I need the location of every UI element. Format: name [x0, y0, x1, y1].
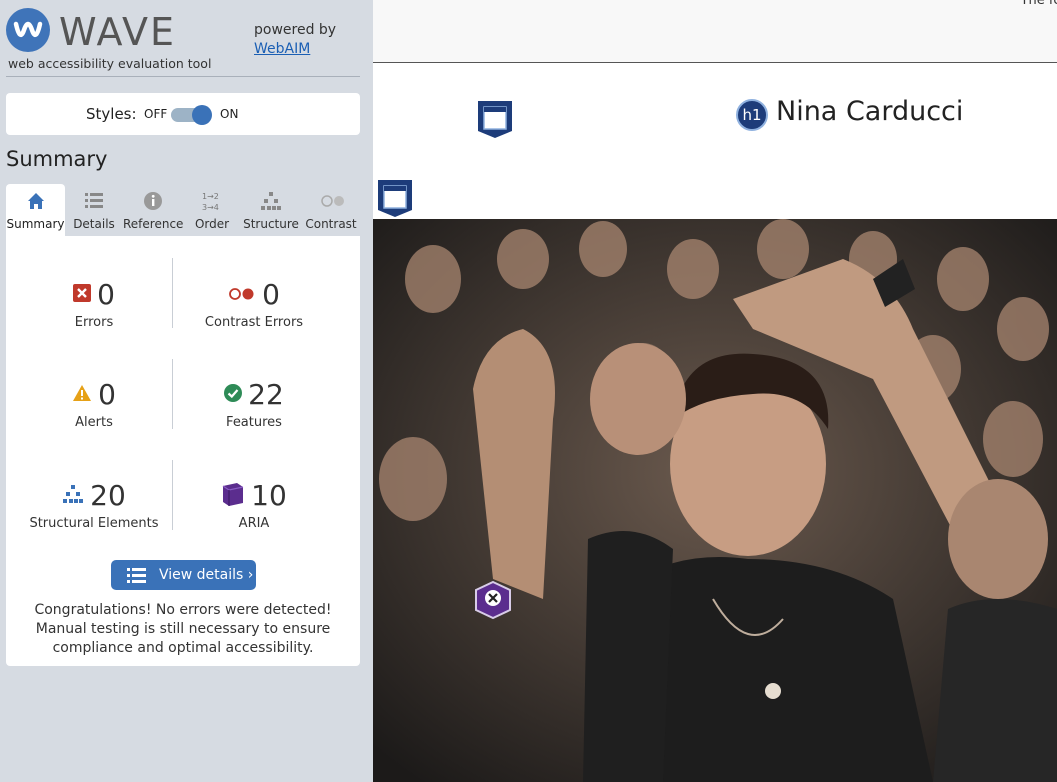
- structural-label: Structural Elements: [29, 516, 159, 531]
- panel-title: Summary: [6, 147, 108, 171]
- styles-label: Styles:: [86, 105, 137, 123]
- structure-icon: [260, 190, 282, 212]
- stat-structural-elements[interactable]: 20 Structural Elements: [6, 479, 182, 532]
- errors-label: Errors: [74, 315, 114, 330]
- tab-structure[interactable]: Structure: [242, 184, 300, 236]
- summary-panel: 0 Errors 0 Contrast Errors 0 Alerts 22 F…: [6, 236, 360, 666]
- features-label: Features: [226, 415, 282, 430]
- hero-photo: [373, 219, 1057, 782]
- logo-divider: [6, 76, 360, 77]
- wave-tabs: Summary Details Reference 1→2 3→4 Order S…: [6, 184, 360, 236]
- tab-label: Structure: [243, 217, 299, 231]
- wave-h1-icon[interactable]: h1: [736, 99, 768, 131]
- feature-check-icon: [224, 384, 243, 406]
- contrast-errors-label: Contrast Errors: [204, 315, 304, 330]
- wave-region-icon[interactable]: [376, 178, 414, 222]
- list-icon: [83, 190, 105, 212]
- contrast-errors-count: 0: [262, 278, 280, 311]
- error-icon: [73, 284, 92, 306]
- tab-reference[interactable]: Reference: [123, 184, 183, 236]
- features-count: 22: [248, 378, 284, 411]
- aria-cube-icon: [221, 481, 245, 511]
- header-text: The fol: [1020, 0, 1057, 8]
- stat-errors[interactable]: 0 Errors: [6, 279, 182, 330]
- tab-contrast[interactable]: Contrast: [302, 184, 360, 236]
- stat-alerts[interactable]: 0 Alerts: [6, 379, 182, 430]
- styles-toggle-knob[interactable]: [192, 105, 212, 125]
- wave-aria-hidden-icon[interactable]: [473, 580, 513, 624]
- tab-label: Contrast: [305, 217, 357, 231]
- tab-order[interactable]: 1→2 3→4 Order: [185, 184, 239, 236]
- contrast-icon: [320, 190, 344, 212]
- congratulations-message: Congratulations! No errors were detected…: [34, 602, 332, 656]
- evaluated-page: The fol h1 Nina Carducci: [373, 0, 1057, 782]
- view-details-button[interactable]: View details ›: [111, 560, 256, 590]
- page-header-bar: The fol: [373, 0, 1057, 63]
- webaim-link[interactable]: WebAIM: [254, 41, 310, 57]
- styles-toggle-box: Styles: OFF ON: [6, 93, 360, 135]
- styles-off-label: OFF: [144, 107, 168, 121]
- structure-icon: [62, 484, 84, 508]
- tab-label: Details: [73, 217, 115, 231]
- powered-by-text: powered by: [254, 22, 337, 38]
- tab-label: Reference: [123, 217, 184, 231]
- page-heading: Nina Carducci: [776, 96, 964, 127]
- errors-count: 0: [97, 278, 115, 311]
- stat-contrast-errors[interactable]: 0 Contrast Errors: [166, 278, 342, 331]
- stat-aria[interactable]: 10 ARIA: [166, 480, 342, 531]
- stat-features[interactable]: 22 Features: [166, 379, 342, 430]
- wave-sidebar: WAVE web accessibility evaluation tool p…: [0, 0, 373, 782]
- alerts-count: 0: [98, 378, 116, 411]
- info-icon: [142, 190, 164, 212]
- svg-text:3→4: 3→4: [202, 203, 219, 212]
- wave-header-region-icon[interactable]: [476, 99, 514, 143]
- home-icon: [25, 190, 47, 212]
- aria-count: 10: [251, 479, 287, 512]
- alert-icon: [72, 384, 92, 406]
- tab-label: Summary: [6, 217, 65, 231]
- wave-tagline: web accessibility evaluation tool: [8, 56, 212, 71]
- structural-count: 20: [90, 479, 126, 512]
- wave-logo-text: WAVE: [59, 10, 177, 54]
- tab-summary[interactable]: Summary: [6, 184, 65, 236]
- list-icon: [127, 567, 147, 587]
- styles-on-label: ON: [220, 107, 239, 121]
- order-icon: 1→2 3→4: [201, 190, 223, 212]
- aria-label: ARIA: [238, 516, 270, 531]
- wave-logo-icon: [6, 8, 50, 52]
- view-details-label: View details ›: [159, 567, 254, 583]
- contrast-error-icon: [228, 286, 256, 305]
- tab-details[interactable]: Details: [67, 184, 121, 236]
- tab-label: Order: [194, 217, 230, 231]
- alerts-label: Alerts: [75, 415, 113, 430]
- svg-text:1→2: 1→2: [202, 192, 219, 201]
